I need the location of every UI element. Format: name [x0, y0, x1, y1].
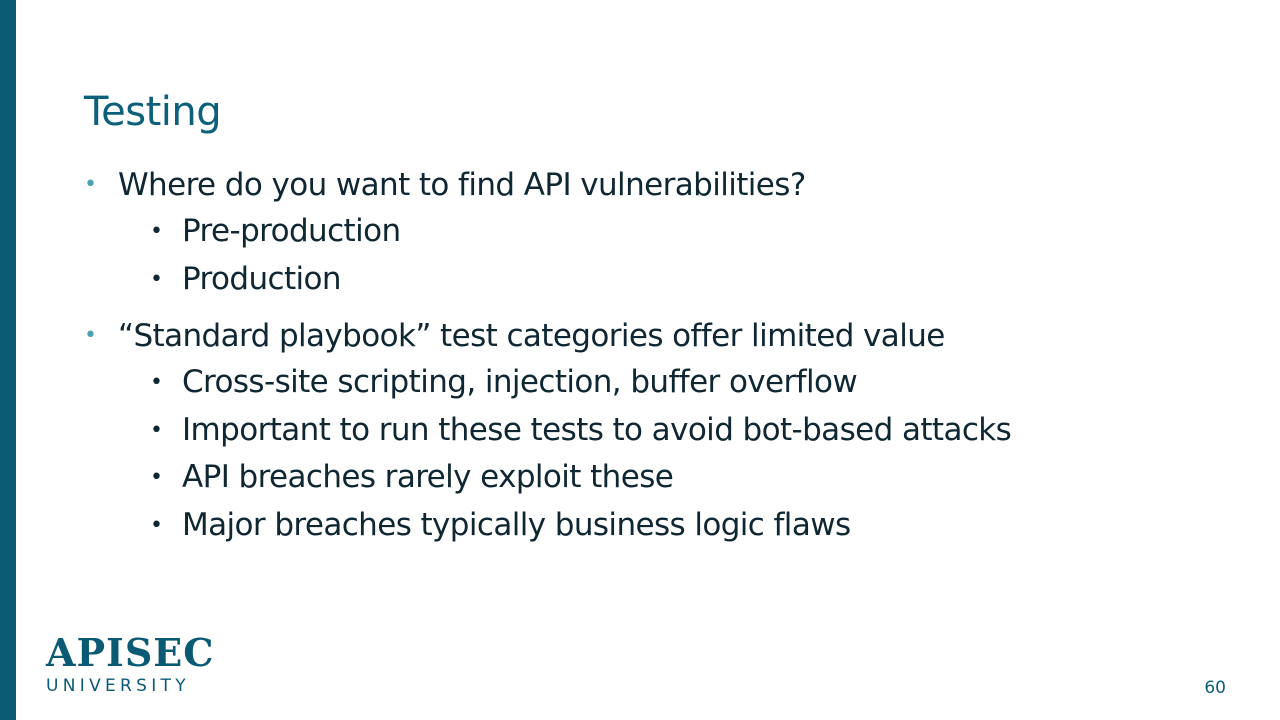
sub-bullet-text: Pre-production [182, 213, 401, 249]
sub-bullet-text: API breaches rarely exploit these [182, 459, 674, 495]
sub-bullet-list: • Cross-site scripting, injection, buffe… [118, 359, 1184, 549]
sub-bullet-item: • Cross-site scripting, injection, buffe… [84, 359, 1184, 407]
bullet-list: • Where do you want to find API vulnerab… [84, 162, 1184, 549]
logo-wordmark: APISEC [46, 630, 215, 675]
sub-bullet-dot-icon: • [150, 417, 163, 443]
logo-subtitle: UNIVERSITY [46, 676, 190, 696]
bullet-item: • “Standard playbook” test categories of… [84, 313, 1184, 549]
bullet-dot-icon: • [84, 323, 97, 348]
sub-bullet-item: • Pre-production [84, 208, 1184, 256]
sub-bullet-text: Important to run these tests to avoid bo… [182, 411, 1012, 448]
sub-bullet-text: Production [182, 260, 342, 297]
apisec-university-logo: APISEC UNIVERSITY [46, 630, 216, 697]
bullet-text: “Standard playbook” test categories offe… [118, 318, 945, 354]
sub-bullet-dot-icon: • [150, 512, 163, 538]
bullet-text: Where do you want to find API vulnerabil… [118, 167, 806, 203]
sub-bullet-dot-icon: • [150, 266, 163, 292]
sub-bullet-item: • Important to run these tests to avoid … [84, 407, 1184, 455]
bullet-dot-icon: • [84, 172, 97, 197]
sub-bullet-dot-icon: • [150, 370, 163, 395]
slide: Testing • Where do you want to find API … [0, 0, 1280, 720]
sub-bullet-item: • Production [84, 256, 1184, 304]
sub-bullet-text: Major breaches typically business logic … [182, 506, 851, 543]
sub-bullet-item: • Major breaches typically business logi… [84, 502, 1184, 550]
slide-title: Testing [84, 89, 222, 135]
sub-bullet-dot-icon: • [150, 219, 163, 244]
sub-bullet-item: • API breaches rarely exploit these [84, 454, 1184, 502]
bullet-item: • Where do you want to find API vulnerab… [84, 162, 1184, 303]
sub-bullet-list: • Pre-production • Production [118, 208, 1184, 303]
left-accent-bar [0, 0, 16, 720]
page-number: 60 [1204, 678, 1226, 698]
sub-bullet-dot-icon: • [150, 465, 163, 490]
sub-bullet-text: Cross-site scripting, injection, buffer … [182, 364, 858, 400]
